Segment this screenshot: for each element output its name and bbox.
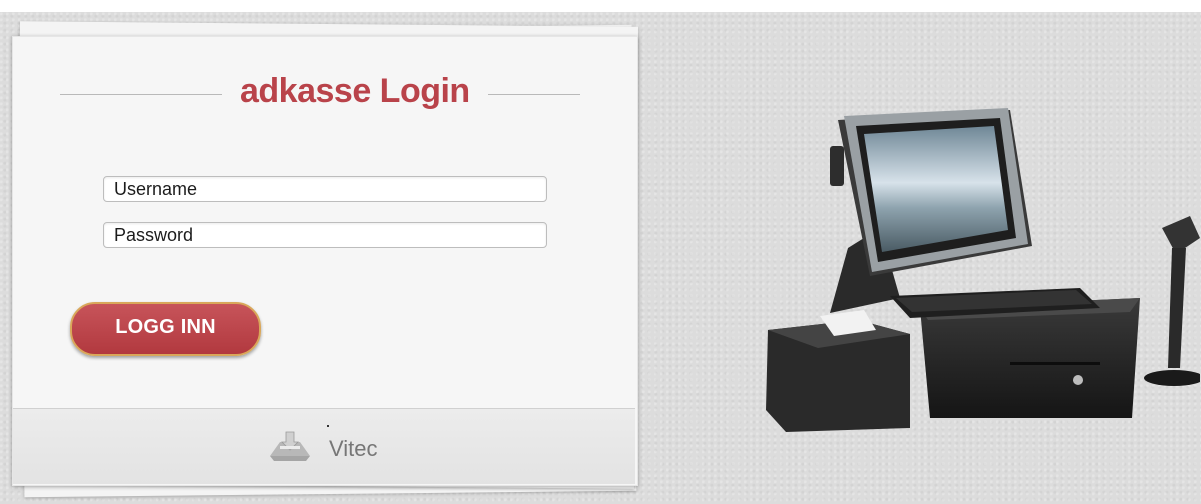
login-footer bbox=[13, 408, 635, 484]
page-title: adkasse Login bbox=[240, 72, 470, 110]
vitec-logo-icon bbox=[270, 431, 310, 461]
footer-brand: Vitec bbox=[329, 436, 378, 461]
username-input[interactable] bbox=[103, 176, 547, 202]
footer-dot bbox=[327, 425, 329, 427]
login-heading: adkasse Login bbox=[40, 72, 600, 112]
heading-divider-left bbox=[60, 94, 222, 95]
pos-terminal-illustration bbox=[766, 108, 1200, 432]
login-button[interactable]: LOGG INN bbox=[70, 302, 261, 356]
heading-divider-right bbox=[488, 94, 580, 95]
password-input[interactable] bbox=[103, 222, 547, 248]
